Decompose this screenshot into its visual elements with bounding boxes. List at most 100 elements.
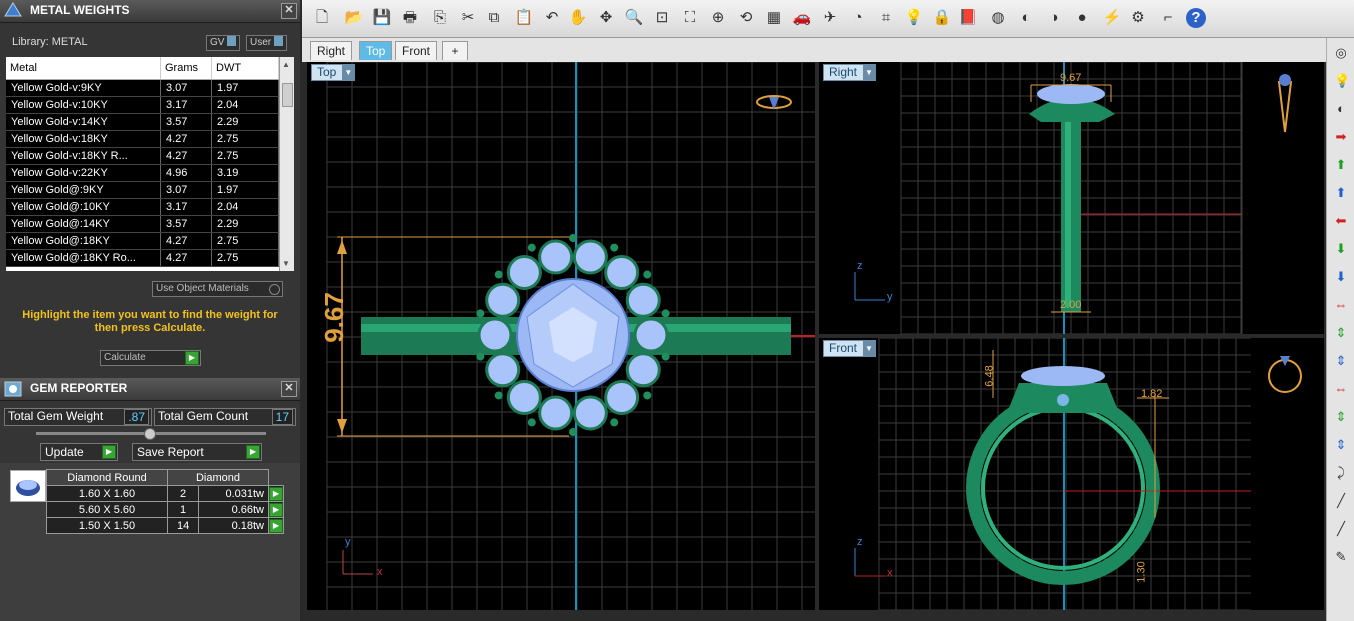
book-icon[interactable]: 📕: [958, 8, 978, 28]
zoom-extents-icon[interactable]: ⛶: [680, 8, 700, 28]
dwt-cell[interactable]: 2.75: [211, 130, 279, 148]
grid-snap-icon[interactable]: ⌗: [876, 8, 896, 28]
close-icon[interactable]: ✕: [281, 3, 297, 19]
bulb-icon[interactable]: 💡: [1334, 74, 1350, 88]
play-icon[interactable]: ▶: [269, 486, 283, 501]
metal-name-cell[interactable]: Yellow Gold-v:22KY: [6, 164, 161, 182]
grams-cell[interactable]: 3.17: [160, 198, 212, 216]
plane-icon[interactable]: ✈: [820, 8, 840, 28]
move-icon[interactable]: ✥: [596, 8, 616, 28]
export-icon[interactable]: ⎘: [430, 8, 450, 28]
use-object-materials-option[interactable]: Use Object Materials: [152, 281, 283, 297]
help-icon[interactable]: ?: [1186, 8, 1206, 28]
zoom-icon[interactable]: 🔍: [624, 8, 644, 28]
new-file-icon[interactable]: 🗋: [312, 8, 332, 28]
grams-cell[interactable]: 4.27: [160, 147, 212, 165]
save-icon[interactable]: 💾: [372, 8, 392, 28]
grams-cell[interactable]: 3.07: [160, 181, 212, 199]
metal-row[interactable]: Yellow Gold-v:22KY 4.96 3.19: [6, 164, 279, 182]
dwt-cell[interactable]: 2.75: [211, 232, 279, 250]
tab-front[interactable]: Front: [395, 41, 438, 60]
gem-row-action[interactable]: ▶: [268, 517, 284, 534]
arrows-up-down-icon[interactable]: ⇕: [1334, 410, 1348, 424]
grams-cell[interactable]: 4.27: [160, 232, 212, 250]
metal-name-cell[interactable]: Yellow Gold@:18KY: [6, 232, 161, 250]
copy-icon[interactable]: ⧉: [484, 8, 504, 28]
snap-icon[interactable]: ⌐: [1158, 8, 1178, 28]
cut-icon[interactable]: ✂: [458, 8, 478, 28]
metal-row[interactable]: Yellow Gold-v:9KY 3.07 1.97: [6, 79, 279, 97]
arrow-down-icon[interactable]: ⬇: [1334, 242, 1348, 256]
calculate-button[interactable]: Calculate ▶: [100, 350, 201, 366]
arrow-right-icon[interactable]: ➡: [1334, 130, 1348, 144]
car-icon[interactable]: 🚗: [792, 8, 812, 28]
zoom-selected-icon[interactable]: ⊕: [708, 8, 728, 28]
chevron-down-icon[interactable]: ▼: [863, 65, 876, 80]
metal-row[interactable]: Yellow Gold@:14KY 3.57 2.29: [6, 215, 279, 233]
metal-row[interactable]: Yellow Gold@:18KY 4.27 2.75: [6, 232, 279, 250]
metal-row[interactable]: Yellow Gold-v:18KY R... 4.27 2.75: [6, 147, 279, 165]
tab-right[interactable]: Right: [310, 41, 353, 60]
front-viewport-canvas[interactable]: [819, 338, 1324, 610]
color-wheel-icon[interactable]: ◍: [988, 8, 1008, 28]
sphere-icon[interactable]: ◐: [1016, 8, 1036, 28]
grams-cell[interactable]: 4.27: [160, 249, 212, 267]
dwt-cell[interactable]: 1.97: [211, 181, 279, 199]
metal-name-cell[interactable]: Yellow Gold@:14KY: [6, 215, 161, 233]
slash-icon[interactable]: ╱: [1334, 522, 1348, 536]
gauge-icon[interactable]: ◔: [848, 8, 868, 28]
paste-icon[interactable]: 📋: [514, 8, 534, 28]
chevron-down-icon[interactable]: ▼: [342, 65, 355, 80]
print-icon[interactable]: 🖶: [400, 8, 420, 28]
dwt-cell[interactable]: 2.29: [211, 113, 279, 131]
blue-sphere-icon[interactable]: ●: [1072, 8, 1092, 28]
arrow-down-blue-icon[interactable]: ⬇: [1334, 270, 1348, 284]
gem-row-action[interactable]: ▶: [268, 485, 284, 502]
metal-row[interactable]: Yellow Gold-v:18KY 4.27 2.75: [6, 130, 279, 148]
save-report-button[interactable]: Save Report ▶: [132, 443, 262, 461]
tab-top[interactable]: Top: [359, 41, 393, 60]
dwt-cell[interactable]: 2.29: [211, 215, 279, 233]
right-viewport-label[interactable]: Right ▼: [823, 64, 877, 81]
dwt-cell[interactable]: 2.04: [211, 96, 279, 114]
sphere-icon[interactable]: ◐: [1334, 102, 1348, 116]
column-header-grams[interactable]: Grams: [160, 57, 212, 80]
column-header-metal[interactable]: Metal: [6, 57, 161, 80]
chevron-down-icon[interactable]: ▼: [863, 341, 876, 356]
gem-row-action[interactable]: ▶: [268, 501, 284, 518]
metal-row[interactable]: Yellow Gold@:18KY Ro... 4.27 2.75: [6, 249, 279, 267]
front-viewport[interactable]: Front ▼ 6.48 1.82 1.30 z x: [819, 338, 1324, 610]
grams-cell[interactable]: 4.96: [160, 164, 212, 182]
metal-name-cell[interactable]: Yellow Gold-v:14KY: [6, 113, 161, 131]
zoom-window-icon[interactable]: ⊡: [652, 8, 672, 28]
metal-row[interactable]: Yellow Gold-v:14KY 3.57 2.29: [6, 113, 279, 131]
metal-name-cell[interactable]: Yellow Gold-v:18KY: [6, 130, 161, 148]
right-viewport[interactable]: Right ▼ 9.67 2.00 z y: [819, 62, 1324, 334]
open-folder-icon[interactable]: 📂: [344, 8, 364, 28]
four-view-icon[interactable]: ▦: [764, 8, 784, 28]
arrows-horizontal-icon[interactable]: ⇔: [1334, 298, 1348, 312]
grams-cell[interactable]: 4.27: [160, 130, 212, 148]
dwt-cell[interactable]: 1.97: [211, 79, 279, 97]
arrows-up-down-blue-icon[interactable]: ⇕: [1334, 438, 1348, 452]
play-icon[interactable]: ▶: [269, 502, 283, 517]
render-sphere-icon[interactable]: ◑: [1044, 8, 1064, 28]
metal-name-cell[interactable]: Yellow Gold@:10KY: [6, 198, 161, 216]
rotate-view-icon[interactable]: ⟲: [736, 8, 756, 28]
undo-icon[interactable]: ↶: [542, 8, 562, 28]
metal-name-cell[interactable]: Yellow Gold-v:18KY R...: [6, 147, 161, 165]
arrow-up-icon[interactable]: ⬆: [1334, 158, 1348, 172]
wand-icon[interactable]: ⚡: [1102, 8, 1122, 28]
top-viewport-canvas[interactable]: [307, 62, 815, 610]
top-viewport-label[interactable]: Top ▼: [311, 64, 356, 81]
gv-toggle[interactable]: GV: [206, 35, 241, 51]
pan-hand-icon[interactable]: ✋: [568, 8, 588, 28]
arrows-horizontal-2-icon[interactable]: ⇔: [1334, 382, 1348, 396]
slider-handle[interactable]: [144, 428, 156, 440]
column-header-dwt[interactable]: DWT: [211, 57, 279, 80]
line-icon[interactable]: ╱: [1334, 494, 1348, 508]
metal-table[interactable]: Metal Grams DWT Yellow Gold-v:9KY 3.07 1.9…: [6, 57, 279, 271]
target-icon[interactable]: ◎: [1334, 46, 1348, 60]
lock-icon[interactable]: 🔒: [932, 8, 952, 28]
metal-name-cell[interactable]: Yellow Gold@:18KY Ro...: [6, 249, 161, 267]
